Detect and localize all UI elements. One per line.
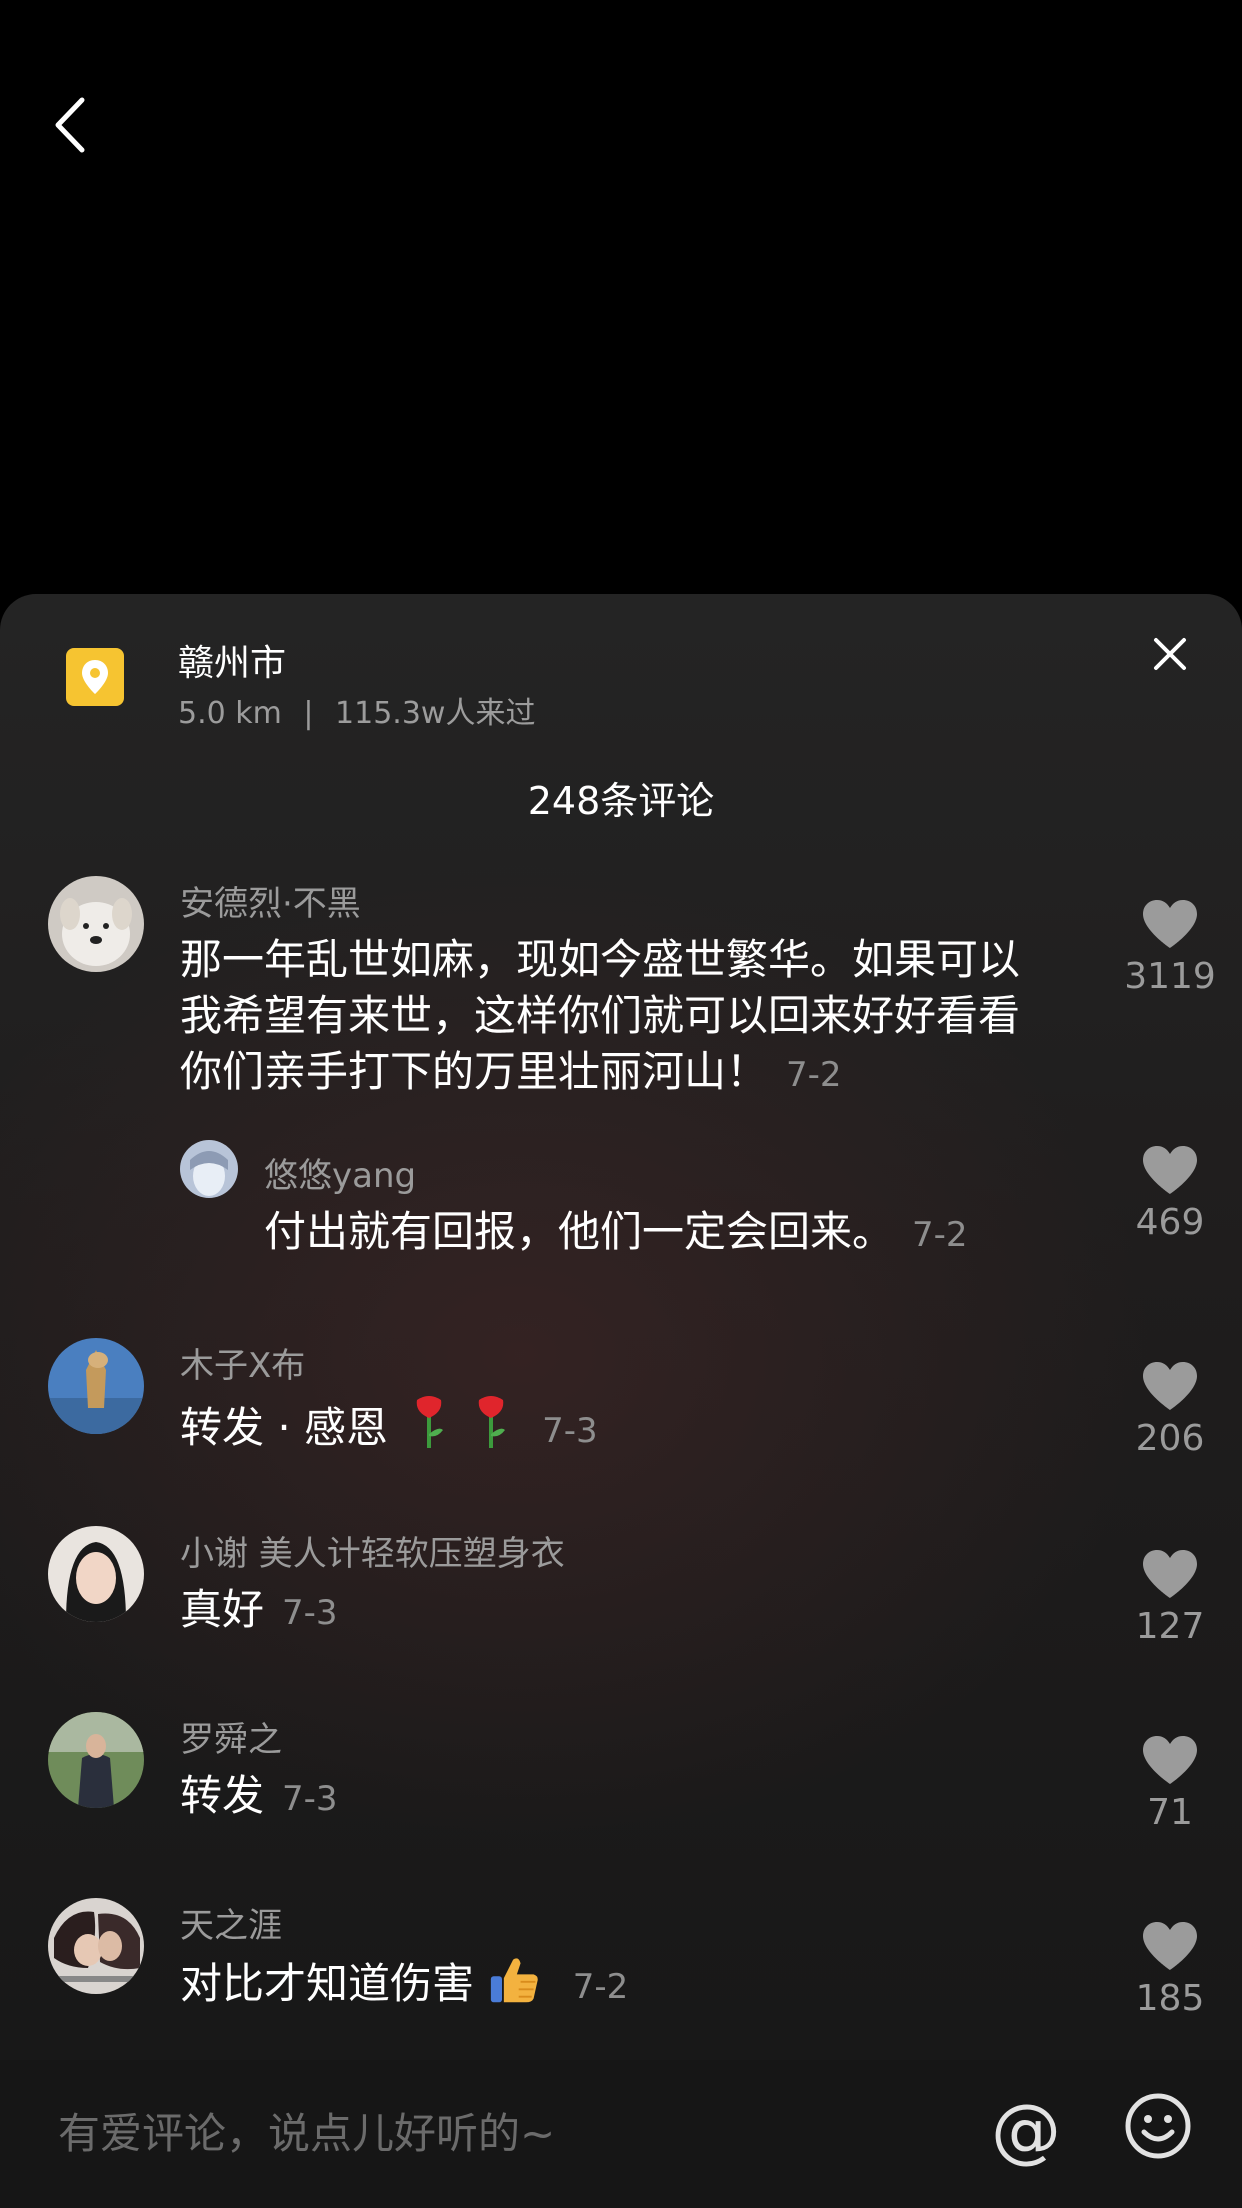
comment-date: 7-3 — [542, 1411, 598, 1451]
comment-username[interactable]: 罗舜之 — [180, 1712, 282, 1761]
heart-icon — [1143, 1736, 1197, 1784]
like-button[interactable]: 185 — [1120, 1920, 1220, 2019]
like-count: 206 — [1135, 1418, 1205, 1459]
like-count: 185 — [1135, 1978, 1205, 2019]
meta-separator: | — [303, 696, 314, 731]
heart-icon — [1143, 1922, 1197, 1970]
like-button[interactable]: 3119 — [1120, 898, 1220, 997]
location-meta: 5.0 km | 115.3w人来过 — [178, 688, 535, 732]
comment-username[interactable]: 安德烈·不黑 — [180, 876, 361, 925]
thumbs-up-emoji — [489, 1954, 541, 2020]
emoji-button[interactable] — [1124, 2092, 1192, 2160]
emoji-icon — [1125, 2093, 1191, 2159]
location-visits: 115.3w人来过 — [335, 696, 536, 731]
comment-date: 7-3 — [282, 1593, 338, 1633]
like-count: 469 — [1135, 1202, 1205, 1243]
avatar[interactable] — [180, 1140, 238, 1198]
comment-content: 真好 — [180, 1585, 265, 1634]
close-icon — [1154, 638, 1186, 670]
reply-username[interactable]: 悠悠yang — [264, 1148, 416, 1197]
comment-text: 转发 7-3 — [180, 1768, 338, 1827]
at-icon[interactable]: @ — [990, 2090, 1062, 2170]
rose-emoji — [409, 1394, 449, 1464]
like-button[interactable]: 127 — [1120, 1548, 1220, 1647]
comment-text: 真好 7-3 — [180, 1582, 338, 1641]
avatar[interactable] — [48, 1712, 144, 1808]
like-button[interactable]: 206 — [1120, 1360, 1220, 1459]
avatar[interactable] — [48, 1898, 144, 1994]
reply-date: 7-2 — [912, 1215, 968, 1255]
comment-content: 对比才知道伤害 — [180, 1959, 475, 2008]
heart-icon — [1143, 1550, 1197, 1598]
comment-text: 转发 · 感恩 7-3 — [180, 1394, 598, 1464]
comment-count: 248条评论 — [527, 779, 715, 823]
like-button[interactable]: 71 — [1120, 1734, 1220, 1833]
location-distance: 5.0 km — [178, 696, 282, 731]
rose-emoji — [471, 1394, 511, 1464]
comment-text: 对比才知道伤害 7-2 — [180, 1954, 628, 2020]
avatar[interactable] — [48, 876, 144, 972]
reply-text: 付出就有回报，他们一定会回来。 7-2 — [264, 1204, 968, 1263]
comment-content: 转发 — [180, 1771, 265, 1820]
comment-line: 你们亲手打下的万里壮丽河山！ — [180, 1047, 769, 1096]
comment-username[interactable]: 小谢 美人计轻软压塑身衣 — [180, 1526, 565, 1575]
location-name[interactable]: 赣州市 — [178, 634, 286, 686]
like-count: 127 — [1135, 1606, 1205, 1647]
comment-date: 7-2 — [572, 1967, 629, 2007]
like-button[interactable]: 469 — [1120, 1144, 1220, 1243]
comment-username[interactable]: 天之涯 — [180, 1898, 282, 1947]
comment-content: 转发 · 感恩 — [180, 1403, 389, 1452]
reply-content: 付出就有回报，他们一定会回来。 — [264, 1207, 895, 1256]
heart-icon — [1143, 1146, 1197, 1194]
close-button[interactable] — [1150, 634, 1190, 674]
back-button[interactable] — [44, 90, 104, 160]
heart-icon — [1143, 1362, 1197, 1410]
like-count: 71 — [1147, 1792, 1193, 1833]
avatar[interactable] — [48, 1338, 144, 1434]
comment-input[interactable] — [56, 2102, 940, 2164]
back-icon — [55, 97, 85, 153]
heart-icon — [1143, 900, 1197, 948]
comment-text: 那一年乱世如麻，现如今盛世繁华。如果可以 我希望有来世，这样你们就可以回来好好看… — [180, 932, 1020, 1103]
avatar[interactable] — [48, 1526, 144, 1622]
location-icon — [66, 648, 124, 706]
comment-username[interactable]: 木子X布 — [180, 1338, 305, 1387]
comment-line: 那一年乱世如麻，现如今盛世繁华。如果可以 — [180, 935, 1021, 984]
like-count: 3119 — [1124, 956, 1216, 997]
comment-date: 7-2 — [786, 1055, 842, 1095]
comment-input-bar: @ — [0, 2060, 1242, 2208]
comment-date: 7-3 — [282, 1779, 338, 1819]
comment-line: 我希望有来世，这样你们就可以回来好好看看 — [180, 991, 1021, 1040]
comment-sheet: 赣州市 5.0 km | 115.3w人来过 248条评论 安德烈·不黑 那一年 — [0, 594, 1242, 2060]
